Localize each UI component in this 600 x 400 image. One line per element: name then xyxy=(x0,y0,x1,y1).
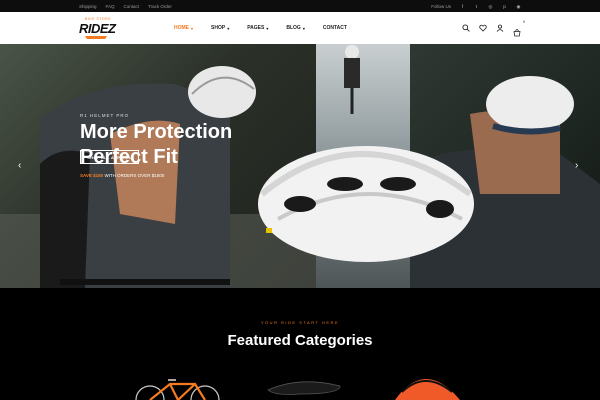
logo-wordmark: RIDEZ xyxy=(79,21,116,36)
pinterest-icon[interactable]: p xyxy=(502,4,507,9)
category-helmet[interactable] xyxy=(395,379,460,400)
category-bicycle[interactable] xyxy=(135,379,220,400)
page: Shipping FAQ Contact Track Order Follow … xyxy=(0,0,600,400)
hero-slider: R1 HELMET PRO More Protection Perfect Fi… xyxy=(0,44,600,288)
chevron-left-icon[interactable]: ‹ xyxy=(18,160,21,171)
category-saddle[interactable] xyxy=(267,381,341,395)
user-icon[interactable] xyxy=(496,24,504,32)
dribbble-icon[interactable]: ◉ xyxy=(516,4,521,9)
instagram-icon[interactable]: ◎ xyxy=(488,4,493,9)
top-link-contact[interactable]: Contact xyxy=(124,4,140,9)
facebook-icon[interactable]: f xyxy=(460,4,465,9)
top-link-track-order[interactable]: Track Order xyxy=(148,4,172,9)
top-link-shipping[interactable]: Shipping xyxy=(79,4,97,9)
main-header: BIKE STORE RIDEZ HOME ▾ SHOP ▾ PAGES ▾ B… xyxy=(0,12,600,44)
chevron-down-icon: ▾ xyxy=(191,25,194,31)
nav-item-label: SHOP xyxy=(211,25,226,31)
featured-categories-section: YOUR RIDE START HERE Featured Categories xyxy=(0,288,600,400)
hero-subtitle: R1 HELMET PRO xyxy=(80,113,130,118)
nav-item-shop[interactable]: SHOP ▾ xyxy=(211,25,229,31)
nav-item-label: PAGES xyxy=(247,25,265,31)
twitter-icon[interactable]: t xyxy=(474,4,479,9)
social-icons: f t ◎ p ◉ xyxy=(460,4,521,9)
logo-swoosh-icon xyxy=(85,36,107,39)
chevron-right-icon[interactable]: › xyxy=(575,160,578,171)
logo[interactable]: BIKE STORE RIDEZ xyxy=(79,16,119,40)
hero-offer-highlight: SAVE $150 xyxy=(80,173,104,178)
chevron-down-icon: ▾ xyxy=(302,25,305,31)
category-thumbnails xyxy=(135,379,460,400)
search-icon[interactable] xyxy=(462,24,470,32)
heart-icon[interactable] xyxy=(479,24,487,32)
nav-item-label: CONTACT xyxy=(322,25,347,31)
top-bar: Shipping FAQ Contact Track Order Follow … xyxy=(0,0,600,12)
hero-offer-text: WITH ORDERS OVER $1500 xyxy=(103,173,165,178)
cart-icon xyxy=(513,29,521,37)
nav-item-pages[interactable]: PAGES ▾ xyxy=(247,25,268,31)
nav-item-blog[interactable]: BLOG ▾ xyxy=(286,25,304,31)
follow-us-group: Follow Us f t ◎ p ◉ xyxy=(431,4,521,9)
shop-all-apparel-button[interactable]: SHOP ALL APPAREL xyxy=(80,150,139,164)
cart-count-badge: 0 xyxy=(523,20,525,24)
nav-item-label: BLOG xyxy=(286,25,301,31)
header-icons: 0 xyxy=(462,20,525,37)
nav-item-contact[interactable]: CONTACT xyxy=(323,25,347,31)
nav-item-home[interactable]: HOME ▾ xyxy=(174,25,193,31)
follow-us-label: Follow Us xyxy=(431,3,451,9)
main-nav: HOME ▾ SHOP ▾ PAGES ▾ BLOG ▾ CONTACT xyxy=(174,25,347,31)
chevron-down-icon: ▾ xyxy=(227,25,230,31)
top-links: Shipping FAQ Contact Track Order xyxy=(79,4,172,9)
hero-headline-line1: More Protection xyxy=(80,121,233,143)
top-link-faq[interactable]: FAQ xyxy=(106,4,115,9)
nav-item-label: HOME xyxy=(174,25,189,31)
cart-button[interactable]: 0 xyxy=(513,20,525,37)
hero-offer: SAVE $150 WITH ORDERS OVER $1500 xyxy=(80,173,164,178)
chevron-down-icon: ▾ xyxy=(266,25,269,31)
